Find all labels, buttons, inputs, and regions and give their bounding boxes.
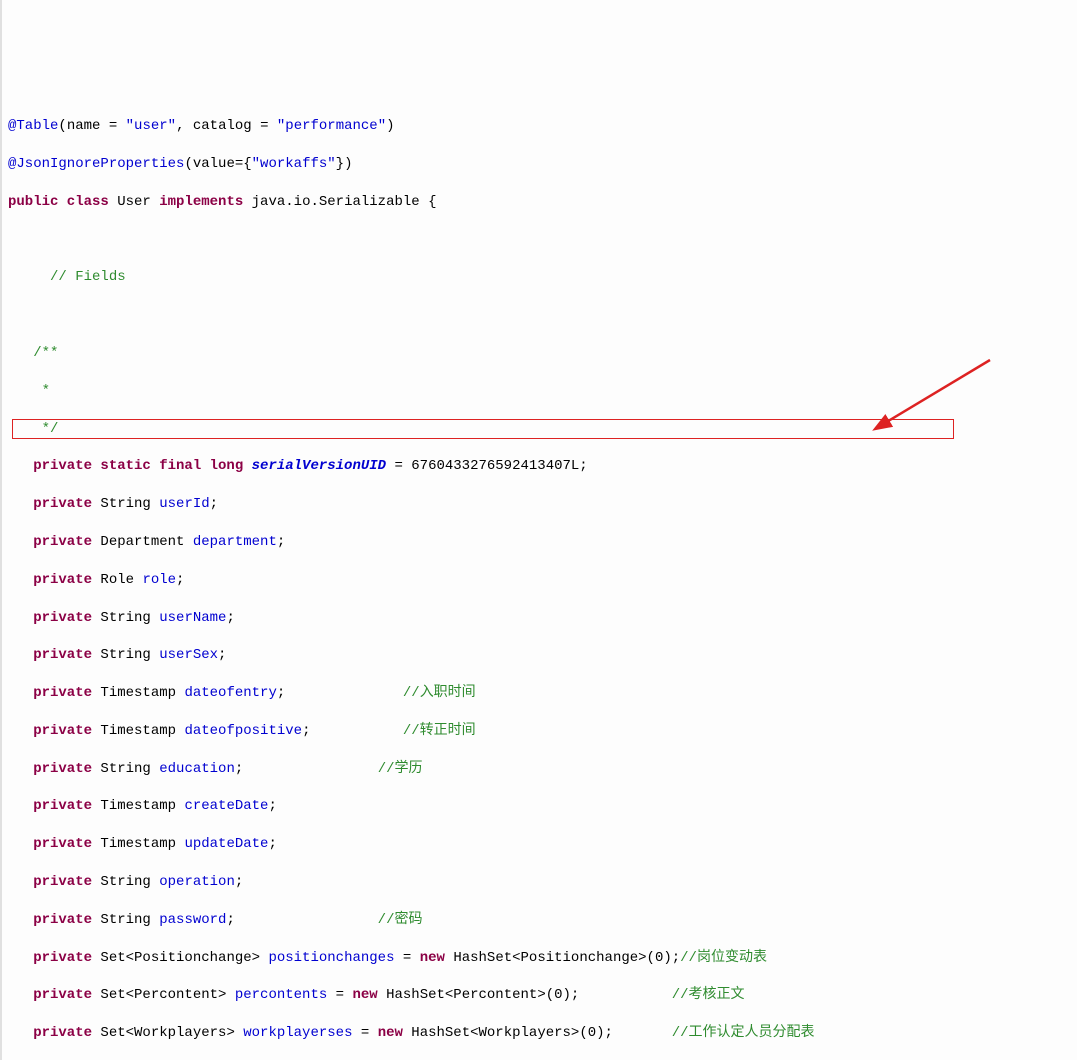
code-line: private String operation; [8, 873, 1069, 892]
code-line: private Timestamp dateofentry; //入职时间 [8, 684, 1069, 703]
code-line: */ [8, 420, 1069, 439]
code-line: public class User implements java.io.Ser… [8, 193, 1069, 212]
code-line: private String userSex; [8, 646, 1069, 665]
code-line: private String password; //密码 [8, 911, 1069, 930]
code-line: private Timestamp createDate; [8, 797, 1069, 816]
code-line: private Department department; [8, 533, 1069, 552]
code-line: private String userId; [8, 495, 1069, 514]
blank-line [8, 231, 1069, 250]
code-line: // Fields [8, 268, 1069, 287]
code-line: /** [8, 344, 1069, 363]
code-line: * [8, 382, 1069, 401]
code-line: @Table(name = "user", catalog = "perform… [8, 117, 1069, 136]
code-line: private Set<Workplayers> workplayerses =… [8, 1024, 1069, 1043]
code-line: private static final long serialVersionU… [8, 457, 1069, 476]
code-line: private String userName; [8, 609, 1069, 628]
editor-gutter [0, 0, 2, 1060]
blank-line [8, 306, 1069, 325]
code-line: private String education; //学历 [8, 760, 1069, 779]
code-line: @JsonIgnoreProperties(value={"workaffs"}… [8, 155, 1069, 174]
code-line: private Timestamp dateofpositive; //转正时间 [8, 722, 1069, 741]
code-line: private Role role; [8, 571, 1069, 590]
code-line: private Set<Percontent> percontents = ne… [8, 986, 1069, 1005]
code-line: private Timestamp updateDate; [8, 835, 1069, 854]
code-line-highlighted: private Set<Positionchange> positionchan… [8, 949, 1069, 968]
